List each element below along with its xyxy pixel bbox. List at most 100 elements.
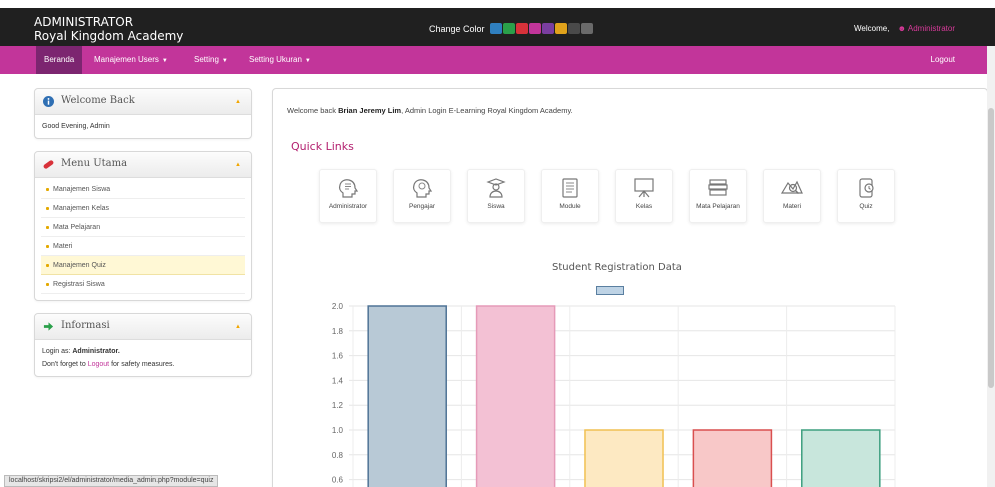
reminder-prefix: Don't forget to	[42, 361, 86, 368]
quick-link-label: Kelas	[635, 203, 653, 210]
quick-links-title: Quick Links	[291, 140, 354, 153]
color-swatch[interactable]	[515, 23, 528, 34]
menu-panel-header[interactable]: Menu Utama ▲	[35, 152, 251, 178]
welcome-message: Welcome back Brian Jeremy Lim, Admin Log…	[287, 106, 573, 115]
teacher-icon	[413, 179, 433, 198]
quick-link-label: Siswa	[487, 203, 505, 210]
color-swatch[interactable]	[554, 23, 567, 34]
nav-setting-label: Setting	[194, 55, 219, 64]
module-icon	[562, 178, 578, 198]
chart-bar[interactable]	[367, 305, 447, 487]
chart-title: Student Registration Data	[552, 262, 682, 273]
reminder-suffix: for safety measures.	[111, 361, 175, 368]
quick-link-mata-pelajaran[interactable]: Mata Pelajaran	[689, 169, 747, 223]
y-tick-label: 0.6	[332, 476, 344, 485]
login-as-label: Login as:	[42, 348, 71, 355]
quick-link-module[interactable]: Module	[541, 169, 599, 223]
menu-item-manajemen-kelas[interactable]: Manajemen Kelas	[41, 199, 245, 218]
main-content: Welcome back Brian Jeremy Lim, Admin Log…	[272, 88, 988, 487]
menu-item-registrasi-siswa[interactable]: Registrasi Siswa	[41, 275, 245, 294]
materi-icon	[780, 180, 803, 194]
collapse-icon[interactable]: ▲	[235, 99, 241, 105]
greeting-text: Good Evening, Admin	[42, 123, 110, 130]
nav-beranda[interactable]: Beranda	[36, 46, 83, 74]
books-icon	[708, 179, 728, 196]
nav-setting-ukuran[interactable]: Setting Ukuran ▼	[249, 46, 311, 74]
quick-link-label: Administrator	[328, 203, 368, 210]
menu-item-materi[interactable]: Materi	[41, 237, 245, 256]
welcome-user: Welcome, ☻ Administrator	[854, 24, 955, 33]
menu-item-manajemen-quiz[interactable]: Manajemen Quiz	[41, 256, 245, 275]
quiz-icon	[859, 178, 874, 198]
quick-link-quiz[interactable]: Quiz	[837, 169, 895, 223]
chart-bar[interactable]	[475, 305, 556, 487]
color-swatch[interactable]	[580, 23, 593, 34]
nav-setting-ukuran-label: Setting Ukuran	[249, 55, 302, 64]
logout-button[interactable]: Logout	[931, 46, 955, 74]
quick-link-label: Pengajar	[408, 203, 436, 210]
y-tick-label: 1.0	[332, 426, 344, 435]
quick-link-label: Mata Pelajaran	[696, 203, 740, 210]
y-tick-label: 1.4	[332, 376, 344, 385]
color-swatches	[489, 23, 593, 34]
y-tick-label: 1.2	[332, 401, 344, 410]
menu-panel: Menu Utama ▲ Manajemen Siswa Manajemen K…	[34, 151, 252, 301]
nav-manajemen-users[interactable]: Manajemen Users ▼	[94, 46, 168, 74]
color-swatch[interactable]	[567, 23, 580, 34]
page-scrollbar[interactable]	[987, 46, 995, 487]
y-tick-label: 1.6	[332, 352, 344, 361]
quick-link-pengajar[interactable]: Pengajar	[393, 169, 451, 223]
welcome-label: Welcome,	[854, 24, 890, 33]
nav-setting[interactable]: Setting ▼	[194, 46, 228, 74]
welcome-suffix: , Admin Login E-Learning Royal Kingdom A…	[401, 106, 573, 115]
quick-link-label: Quiz	[859, 203, 873, 210]
menu-list: Manajemen Siswa Manajemen Kelas Mata Pel…	[35, 178, 251, 300]
welcome-panel-title: Welcome Back	[61, 95, 135, 106]
logout-label: Logout	[930, 55, 955, 64]
quick-link-materi[interactable]: Materi	[763, 169, 821, 223]
administrator-icon	[339, 179, 359, 198]
login-as-line: Login as: Administrator.	[42, 345, 244, 358]
chart-bar[interactable]	[584, 429, 664, 487]
menu-item-mata-pelajaran[interactable]: Mata Pelajaran	[41, 218, 245, 237]
logout-link[interactable]: Logout	[88, 361, 109, 368]
welcome-prefix: Welcome back	[287, 106, 337, 115]
color-swatch[interactable]	[528, 23, 541, 34]
class-board-icon	[634, 178, 654, 198]
registration-bar-chart: 0.6 0.8 1.0 1.2 1.4 1.6 1.8 2.0	[332, 302, 896, 487]
chevron-down-icon: ▼	[221, 58, 228, 64]
chart-bar[interactable]	[801, 429, 881, 487]
info-body: Login as: Administrator. Don't forget to…	[35, 340, 251, 376]
logout-reminder: Don't forget to Logout for safety measur…	[42, 358, 244, 371]
menu-item-manajemen-siswa[interactable]: Manajemen Siswa	[41, 180, 245, 199]
student-icon	[486, 178, 506, 198]
arrow-right-icon	[43, 322, 54, 331]
chevron-down-icon: ▼	[304, 58, 311, 64]
user-link[interactable]: ☻ Administrator	[898, 24, 955, 33]
quick-link-administrator[interactable]: Administrator	[319, 169, 377, 223]
welcome-panel-header[interactable]: Welcome Back ▲	[35, 89, 251, 115]
welcome-panel: Welcome Back ▲ Good Evening, Admin	[34, 88, 252, 139]
collapse-icon[interactable]: ▲	[235, 324, 241, 330]
collapse-icon[interactable]: ▲	[235, 162, 241, 168]
menu-panel-title: Menu Utama	[61, 158, 128, 169]
color-swatch[interactable]	[489, 23, 502, 34]
y-tick-label: 2.0	[332, 302, 344, 311]
scrollbar-thumb[interactable]	[988, 108, 994, 388]
chart-bar[interactable]	[692, 429, 773, 487]
top-header: ADMINISTRATOR Royal Kingdom Academy Chan…	[0, 8, 995, 46]
color-swatch[interactable]	[502, 23, 515, 34]
brand-academy: Royal Kingdom Academy	[34, 29, 184, 43]
welcome-name: Brian Jeremy Lim	[338, 106, 402, 115]
brand-role: ADMINISTRATOR	[34, 15, 134, 29]
info-panel-header[interactable]: Informasi ▲	[35, 314, 251, 340]
quick-link-kelas[interactable]: Kelas	[615, 169, 673, 223]
brand: ADMINISTRATOR Royal Kingdom Academy	[34, 15, 183, 43]
pill-icon	[43, 160, 54, 169]
nav-manajemen-users-label: Manajemen Users	[94, 55, 159, 64]
color-swatch[interactable]	[541, 23, 554, 34]
quick-link-siswa[interactable]: Siswa	[467, 169, 525, 223]
login-as-user: Administrator.	[72, 348, 120, 355]
y-tick-label: 0.8	[332, 451, 344, 460]
y-tick-label: 1.8	[332, 327, 344, 336]
